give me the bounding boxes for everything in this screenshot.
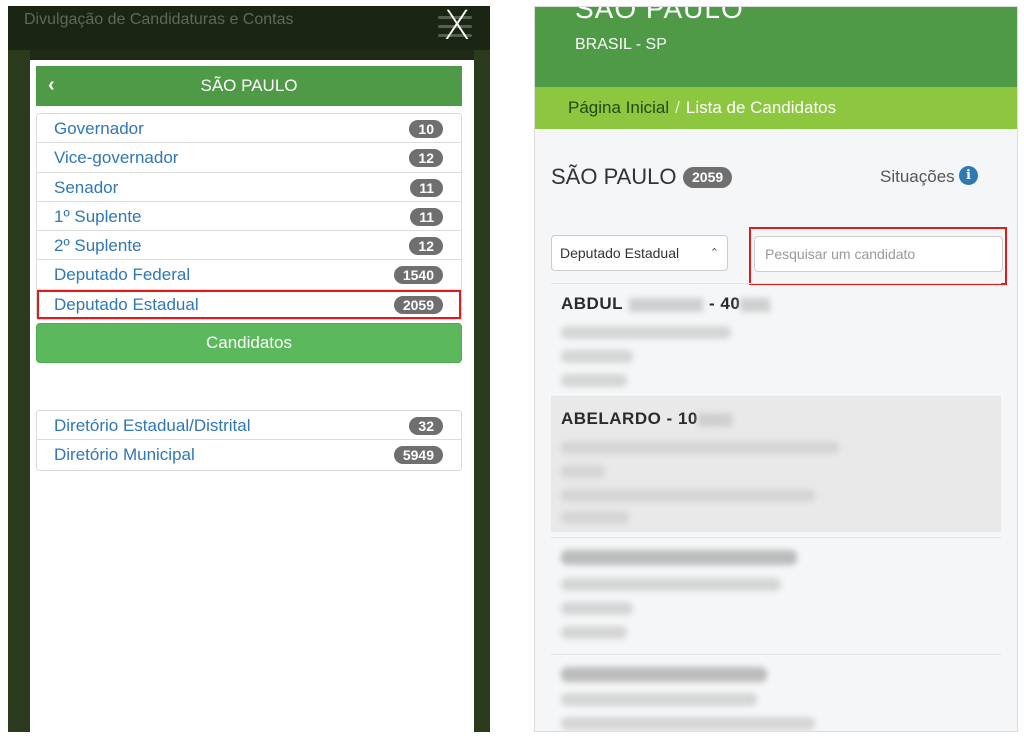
- office-select-value: Deputado Estadual: [560, 245, 680, 261]
- office-label: Vice-governador: [54, 148, 179, 168]
- office-item-1-suplente[interactable]: 1º Suplente 11: [37, 202, 461, 232]
- office-label: 2º Suplente: [54, 236, 142, 256]
- page-header: SÃO PAULO BRASIL - SP: [535, 7, 1017, 87]
- candidate-item[interactable]: ABELARDO - 10: [551, 396, 1001, 532]
- search-input[interactable]: [754, 236, 1003, 272]
- blurred-name: [561, 667, 767, 682]
- search-highlight: [749, 227, 1007, 285]
- count-badge: 32: [409, 417, 443, 435]
- directory-item-estadual[interactable]: Diretório Estadual/Distrital 32: [37, 411, 461, 441]
- candidate-item[interactable]: [551, 537, 1001, 653]
- total-count-badge: 2059: [683, 167, 733, 188]
- blurred-detail: [561, 441, 839, 454]
- right-screenshot-panel: SÃO PAULO BRASIL - SP Página Inicial / Lis…: [534, 6, 1018, 732]
- blurred-detail: [561, 326, 731, 339]
- breadcrumb: Página Inicial / Lista de Candidatos: [535, 87, 1017, 129]
- blurred-detail: [561, 511, 629, 524]
- candidate-item[interactable]: [551, 654, 1001, 731]
- blurred-detail: [561, 626, 627, 639]
- blurred-detail: [561, 717, 815, 730]
- left-screenshot-panel: Divulgação de Candidaturas e Contas X ‹ …: [8, 6, 490, 732]
- blurred-detail: [561, 465, 605, 478]
- candidate-name: ABDUL - 40: [561, 294, 771, 314]
- office-item-vice-governador[interactable]: Vice-governador 12: [37, 143, 461, 173]
- blurred-name: [561, 550, 797, 565]
- office-item-2-suplente[interactable]: 2º Suplente 12: [37, 231, 461, 261]
- office-item-deputado-estadual[interactable]: Deputado Estadual 2059: [37, 289, 461, 320]
- count-badge: 11: [410, 178, 443, 197]
- modal-title: SÃO PAULO: [200, 76, 298, 95]
- close-icon[interactable]: X: [440, 6, 474, 46]
- office-select[interactable]: Deputado Estadual ⌃: [551, 235, 728, 271]
- count-badge: 12: [409, 237, 443, 256]
- candidate-item[interactable]: ABDUL - 40: [551, 283, 1001, 395]
- count-badge: 12: [409, 149, 443, 168]
- office-item-deputado-federal[interactable]: Deputado Federal 1540: [37, 260, 461, 290]
- office-label: Deputado Federal: [54, 265, 191, 285]
- directory-item-municipal[interactable]: Diretório Municipal 5949: [37, 440, 461, 469]
- page-title: SÃO PAULO -: [551, 164, 690, 189]
- breadcrumb-home-link[interactable]: Página Inicial: [568, 98, 669, 117]
- count-badge: 5949: [393, 446, 443, 465]
- blurred-detail: [561, 693, 757, 706]
- directory-label: Diretório Municipal: [54, 445, 195, 465]
- blurred-detail: [561, 350, 633, 363]
- count-badge: 2059: [393, 295, 443, 314]
- background-strip: [8, 50, 30, 732]
- modal-header: ‹ SÃO PAULO: [36, 66, 462, 106]
- directory-list: Diretório Estadual/Distrital 32 Diretóri…: [36, 410, 462, 471]
- directory-label: Diretório Estadual/Distrital: [54, 416, 251, 435]
- office-label: Governador: [54, 119, 144, 138]
- background-strip: [474, 50, 490, 732]
- office-selection-modal: ‹ SÃO PAULO Governador 10 Vice-governado…: [30, 60, 474, 732]
- breadcrumb-separator: /: [675, 98, 680, 117]
- candidatos-button[interactable]: Candidatos: [36, 323, 462, 363]
- select-arrows-icon: ⌃: [709, 246, 719, 259]
- app-topbar: Divulgação de Candidaturas e Contas: [8, 6, 490, 50]
- app-title: Divulgação de Candidaturas e Contas: [24, 11, 294, 28]
- count-badge: 11: [410, 207, 443, 226]
- candidate-name: ABELARDO - 10: [561, 409, 732, 429]
- header-city: SÃO PAULO: [575, 6, 744, 24]
- blurred-detail: [561, 578, 781, 591]
- office-item-senador[interactable]: Senador 11: [37, 173, 461, 202]
- blurred-detail: [561, 374, 627, 387]
- blurred-detail: [561, 602, 633, 615]
- office-list: Governador 10 Vice-governador 12 Senador…: [36, 113, 462, 321]
- info-icon[interactable]: i: [959, 166, 978, 185]
- office-label: Deputado Estadual: [54, 294, 199, 314]
- blurred-detail: [561, 489, 815, 502]
- situacoes-label[interactable]: Situações: [880, 167, 955, 187]
- office-label: 1º Suplente: [54, 206, 142, 226]
- office-item-governador[interactable]: Governador 10: [37, 114, 461, 144]
- count-badge: 1540: [393, 266, 443, 285]
- breadcrumb-current: Lista de Candidatos: [685, 98, 837, 117]
- count-badge: 10: [409, 120, 443, 138]
- header-subtitle: BRASIL - SP: [575, 36, 667, 53]
- office-label: Senador: [54, 177, 119, 197]
